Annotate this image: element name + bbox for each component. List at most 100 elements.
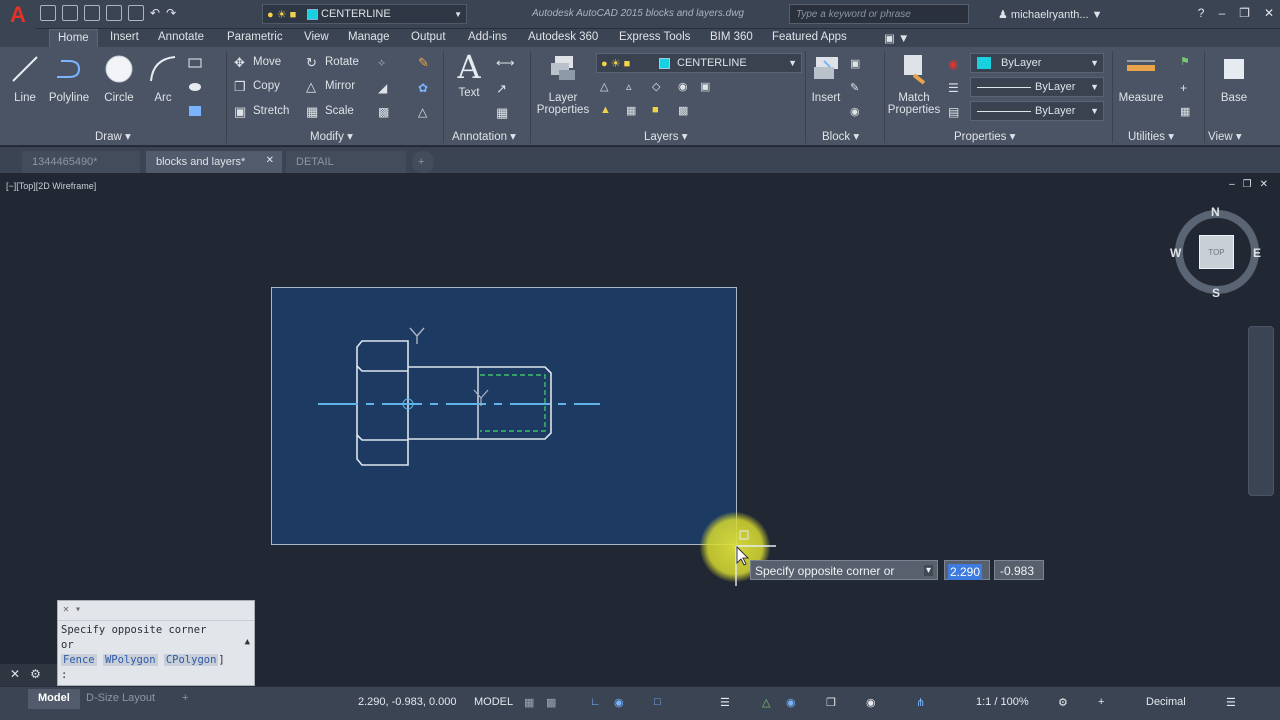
- attribute-icon[interactable]: ◉: [850, 105, 864, 118]
- close-icon[interactable]: ✕: [266, 155, 274, 166]
- annotation-scale-value[interactable]: 1:1 / 100%: [976, 696, 1029, 708]
- gear-icon[interactable]: ⚙: [1058, 696, 1068, 709]
- dimension-icon[interactable]: ⟷: [496, 55, 515, 70]
- navigation-bar[interactable]: [1248, 326, 1274, 496]
- leader-icon[interactable]: ↗: [496, 81, 510, 96]
- object-snap-icon[interactable]: □: [654, 696, 661, 708]
- annotation-panel-title[interactable]: Annotation ▾: [452, 129, 516, 143]
- snap-icon[interactable]: ▩: [546, 696, 556, 709]
- draw-panel-title[interactable]: Draw ▾: [95, 129, 131, 143]
- table-icon[interactable]: ▦: [496, 105, 510, 120]
- linetype-dropdown[interactable]: ByLayer ▼: [970, 77, 1104, 97]
- minimize-icon[interactable]: –: [1218, 6, 1225, 20]
- open-icon[interactable]: [62, 5, 78, 21]
- tab-insert[interactable]: Insert: [110, 31, 139, 43]
- edit-block-icon[interactable]: ✎: [850, 81, 864, 94]
- line-button[interactable]: Line: [8, 53, 42, 104]
- layer-dropdown[interactable]: ● ☀ ■ CENTERLINE ▼: [596, 53, 802, 73]
- save-icon[interactable]: [84, 5, 100, 21]
- block-panel-title[interactable]: Block ▾: [822, 129, 859, 143]
- annotation-visibility-icon[interactable]: ◉: [866, 696, 876, 709]
- redo-icon[interactable]: ↷: [166, 6, 176, 20]
- layer-tool-icon[interactable]: ◉: [678, 80, 692, 93]
- arc-button[interactable]: Arc: [146, 53, 180, 104]
- doc-tab[interactable]: DETAIL: [286, 151, 406, 173]
- model-space-button[interactable]: MODEL: [474, 696, 513, 708]
- measure-button[interactable]: Measure: [1116, 53, 1166, 104]
- ortho-icon[interactable]: ∟: [590, 696, 601, 708]
- option-wpolygon[interactable]: WPolygon: [102, 654, 158, 666]
- rectangle-icon[interactable]: [188, 57, 202, 69]
- new-icon[interactable]: [40, 5, 56, 21]
- restore-icon[interactable]: ❐: [1243, 179, 1252, 190]
- scale-button[interactable]: ▦ Scale: [306, 104, 354, 119]
- units-dropdown[interactable]: Decimal: [1146, 696, 1186, 708]
- plus-icon[interactable]: +: [1098, 696, 1104, 708]
- circle-button[interactable]: Circle: [100, 53, 138, 104]
- tab-home[interactable]: Home: [49, 29, 98, 47]
- doc-tab[interactable]: 1344465490*: [22, 151, 140, 173]
- copy-button[interactable]: ❐ Copy: [234, 79, 280, 94]
- annotation-scale-icon[interactable]: ⋔: [916, 696, 925, 709]
- layer-tool-icon[interactable]: △: [600, 80, 614, 93]
- doc-tab-active[interactable]: blocks and layers* ✕: [146, 151, 282, 173]
- close-icon[interactable]: ✕: [1260, 179, 1268, 190]
- tab-model[interactable]: Model: [28, 689, 80, 709]
- layer-tool-icon[interactable]: ▣: [700, 80, 714, 93]
- rotate-button[interactable]: ↻ Rotate: [306, 55, 359, 70]
- restore-icon[interactable]: ❐: [1239, 6, 1250, 20]
- properties-panel-title[interactable]: Properties ▾: [954, 129, 1015, 143]
- utilities-panel-title[interactable]: Utilities ▾: [1128, 129, 1174, 143]
- mirror-button[interactable]: △ Mirror: [306, 79, 355, 94]
- move-button[interactable]: ✥ Move: [234, 55, 281, 70]
- tab-annotate[interactable]: Annotate: [158, 31, 204, 43]
- viewcube[interactable]: N S E W TOP: [1170, 205, 1262, 300]
- compass-south[interactable]: S: [1212, 286, 1220, 300]
- close-icon[interactable]: ✕: [1264, 6, 1274, 20]
- ribbon-toggle-icon[interactable]: ▣ ▼: [884, 31, 909, 45]
- tab-d-size-layout[interactable]: D-Size Layout: [76, 689, 165, 709]
- undo-icon[interactable]: ↶: [150, 6, 160, 20]
- layer-tool-icon[interactable]: ■: [652, 104, 666, 116]
- text-button[interactable]: A Text: [452, 51, 486, 99]
- option-cpolygon[interactable]: CPolygon: [163, 654, 219, 666]
- tab-featured-apps[interactable]: Featured Apps: [772, 31, 847, 43]
- calculator-icon[interactable]: ▦: [1180, 105, 1194, 118]
- qat-layer-dropdown[interactable]: ● ☀ ■ CENTERLINE ▼: [262, 4, 467, 24]
- boundary-icon[interactable]: [188, 105, 202, 117]
- new-tab-icon[interactable]: +: [412, 151, 434, 173]
- tab-parametric[interactable]: Parametric: [227, 31, 283, 43]
- tab-view[interactable]: View: [304, 31, 329, 43]
- compass-east[interactable]: E: [1253, 246, 1261, 260]
- option-fence[interactable]: Fence: [61, 654, 97, 666]
- grid-icon[interactable]: ▦: [524, 696, 534, 709]
- tab-add-ins[interactable]: Add-ins: [468, 31, 507, 43]
- search-input[interactable]: Type a keyword or phrase: [789, 4, 969, 24]
- layer-tool-icon[interactable]: ▲: [600, 104, 614, 116]
- match-properties-button[interactable]: Match Properties: [886, 53, 942, 116]
- layer-tool-icon[interactable]: ▩: [678, 104, 692, 117]
- plot-icon[interactable]: [128, 5, 144, 21]
- layer-properties-button[interactable]: Layer Properties: [534, 53, 592, 116]
- layer-tool-icon[interactable]: ▦: [626, 104, 640, 117]
- explode-icon[interactable]: ✿: [418, 81, 432, 95]
- layers-panel-title[interactable]: Layers ▾: [644, 129, 687, 143]
- insert-button[interactable]: Insert: [808, 53, 844, 104]
- polar-icon[interactable]: ◉: [614, 696, 624, 709]
- color-dropdown[interactable]: ByLayer ▼: [970, 53, 1104, 73]
- dynamic-input-y[interactable]: -0.983: [994, 560, 1044, 580]
- polyline-button[interactable]: Polyline: [46, 53, 92, 104]
- lineweight-toggle-icon[interactable]: ☰: [720, 696, 730, 709]
- transparency-icon[interactable]: △: [762, 696, 770, 709]
- save-as-icon[interactable]: [106, 5, 122, 21]
- hatch-icon[interactable]: [188, 81, 202, 93]
- create-block-icon[interactable]: ▣: [850, 57, 864, 70]
- fillet-icon[interactable]: ◢: [378, 81, 392, 95]
- lineweight-dropdown[interactable]: ByLayer ▼: [970, 101, 1104, 121]
- point-icon[interactable]: +: [1180, 81, 1194, 95]
- customize-icon[interactable]: ☰: [1226, 696, 1236, 709]
- view-panel-title[interactable]: View ▾: [1208, 129, 1242, 143]
- modify-panel-title[interactable]: Modify ▾: [310, 129, 353, 143]
- add-layout-icon[interactable]: +: [172, 689, 198, 709]
- layer-tool-icon[interactable]: ◇: [652, 80, 666, 93]
